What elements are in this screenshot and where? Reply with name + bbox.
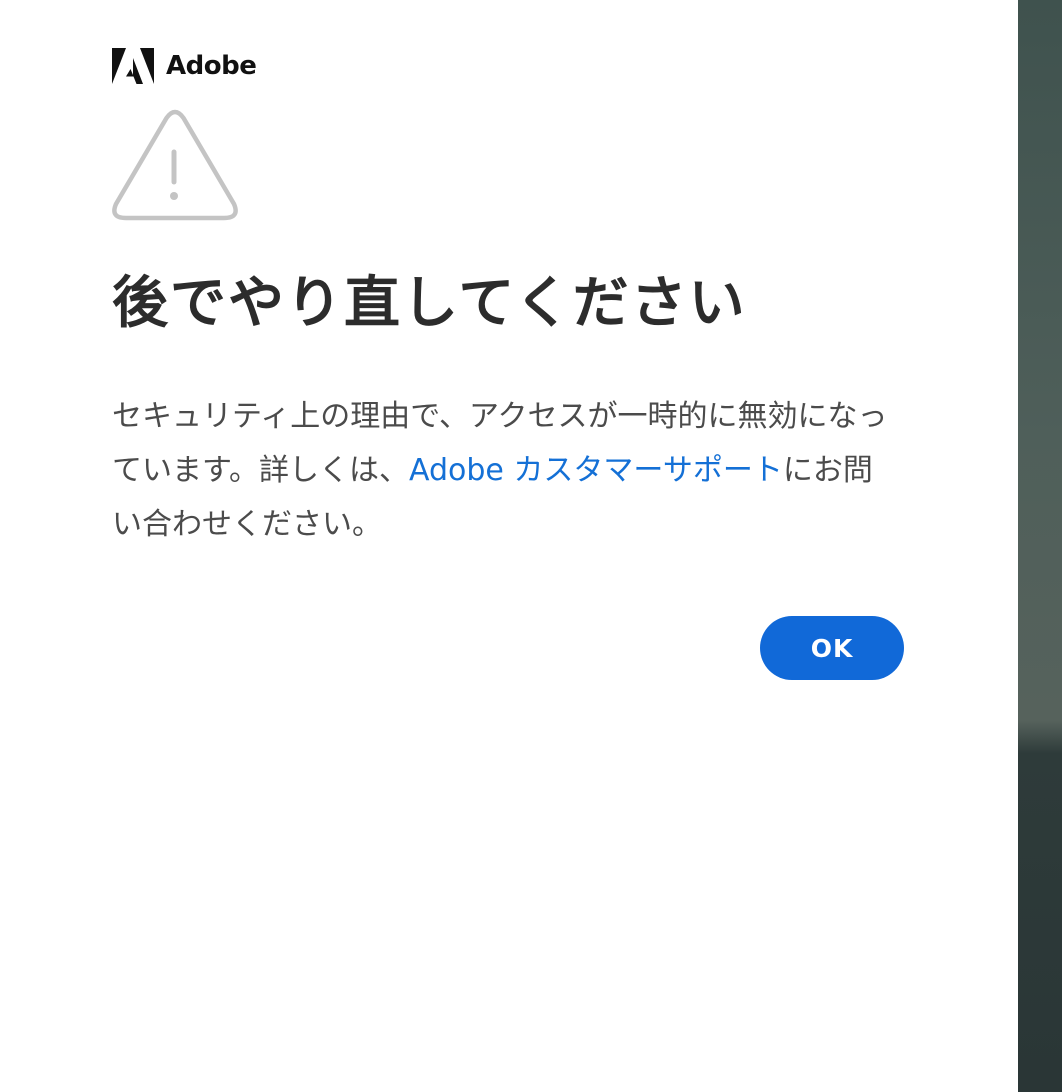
dialog-message: セキュリティ上の理由で、アクセスが一時的に無効になっています。詳しくは、Adob… xyxy=(112,390,902,552)
error-dialog: Adobe 後でやり直してください セキュリティ上の理由で、アクセスが一時的に無… xyxy=(0,0,1018,1092)
brand-name: Adobe xyxy=(166,51,257,81)
ok-button[interactable]: OK xyxy=(760,616,904,680)
brand-header: Adobe xyxy=(112,48,257,84)
background-window-strip xyxy=(1018,0,1062,1092)
adobe-logo-icon xyxy=(112,48,154,84)
warning-triangle-icon xyxy=(112,109,238,221)
customer-support-link[interactable]: Adobe カスタマーサポート xyxy=(409,453,783,488)
dialog-title: 後でやり直してください xyxy=(112,271,747,336)
